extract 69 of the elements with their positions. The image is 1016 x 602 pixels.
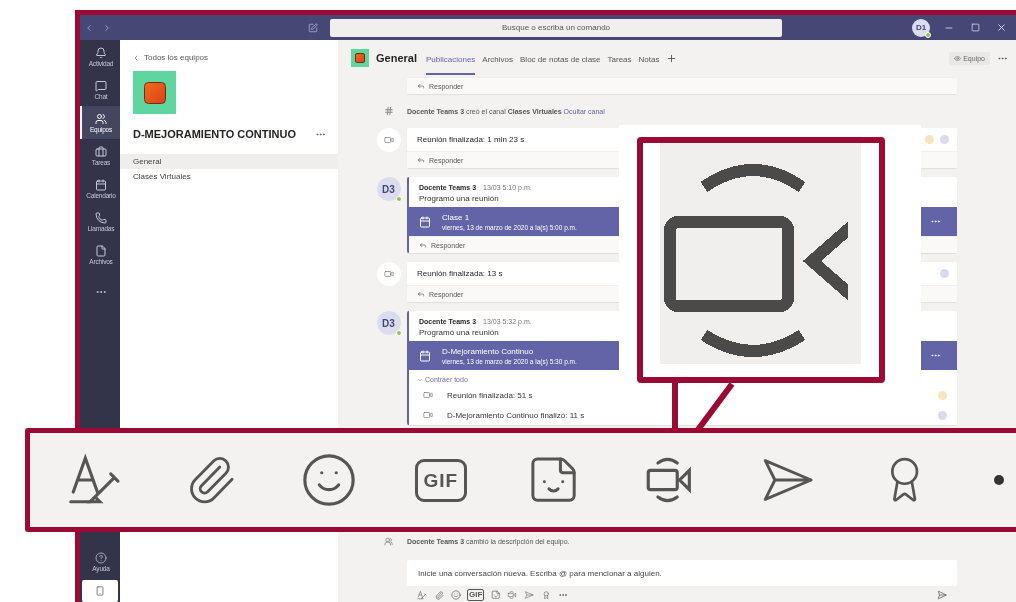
- format-button[interactable]: [415, 590, 429, 600]
- reply-arrow-icon: [419, 241, 427, 249]
- reply-arrow-icon: [417, 156, 425, 164]
- people-icon: [384, 536, 393, 546]
- calendar-icon: [419, 349, 431, 362]
- sticker-icon: [490, 590, 501, 600]
- add-tab-icon[interactable]: [666, 52, 678, 64]
- send-button[interactable]: [937, 590, 947, 600]
- video-camera-icon: [383, 135, 394, 145]
- dot-icon: [992, 474, 1005, 486]
- video-camera-icon: [423, 390, 433, 400]
- team-name: D-MEJORAMIENTO CONTINUO: [133, 128, 296, 140]
- tab[interactable]: Archivos: [482, 43, 514, 75]
- video-camera-icon: [423, 410, 433, 420]
- phone-device-icon: [95, 586, 105, 596]
- bag-icon: [95, 145, 107, 158]
- compose-icon: [308, 22, 318, 33]
- meeting-name: D-Mejoramiento Continuo: [442, 346, 535, 356]
- tab[interactable]: Tareas: [607, 43, 632, 75]
- post-text: Programó una reunión: [419, 194, 500, 203]
- reply-arrow-icon: [417, 290, 425, 298]
- bell-icon: [95, 46, 107, 59]
- user-avatar: D3: [376, 311, 401, 335]
- post-text: Programó una reunión: [419, 328, 500, 337]
- help-icon: [95, 551, 107, 564]
- text-format-icon: [417, 590, 427, 600]
- calendar-icon: [419, 215, 431, 228]
- caret-icon: [417, 376, 423, 383]
- meeting-name: Clase 1: [442, 212, 471, 222]
- channel-item[interactable]: General: [120, 154, 338, 169]
- paperclip-icon: [434, 590, 444, 600]
- channel-icon: [383, 106, 394, 116]
- search-field[interactable]: Busque o escriba un comando: [330, 18, 782, 37]
- channel-name: General: [376, 52, 417, 64]
- eye-icon: [954, 54, 962, 62]
- reply-arrow-icon: [417, 82, 425, 90]
- tab[interactable]: Bloc de notas de clase: [520, 43, 601, 75]
- close-icon: [995, 22, 1007, 33]
- mobile-button[interactable]: [82, 580, 118, 602]
- back-link[interactable]: Todos los equipos: [132, 53, 338, 62]
- meeting-title: Reunión finalizada: 13 s: [417, 269, 503, 278]
- tab[interactable]: Publicaciones: [425, 43, 476, 75]
- forward-icon: [102, 22, 112, 33]
- back-icon: [84, 22, 94, 33]
- team-logo: [133, 71, 176, 114]
- video-camera-icon: [383, 269, 394, 279]
- maximize-icon: [970, 23, 980, 32]
- file-icon: [95, 244, 107, 257]
- phone-icon: [95, 211, 107, 224]
- user-avatar[interactable]: D1: [912, 18, 930, 37]
- compose-field[interactable]: Inicie una conversación nueva. Escriba @ para mencionar a alguien.: [407, 560, 957, 586]
- smiley-icon: [451, 590, 461, 600]
- back-icon: [132, 53, 140, 62]
- thread-message: Reunión finalizada: 51 s: [447, 390, 533, 400]
- ribbon-badge-icon: [542, 590, 551, 600]
- meeting-title: Reunión finalizada: 1 min 23 s: [417, 135, 525, 144]
- thread-message: D-Mejoramiento Continuo finalizó: 11 s: [447, 410, 585, 420]
- gif-button[interactable]: GIF: [414, 458, 468, 502]
- paper-plane-icon: [524, 590, 535, 600]
- chat-icon: [95, 79, 107, 92]
- people-icon: [95, 112, 107, 125]
- calendar-icon: [95, 178, 107, 191]
- user-avatar: D3: [376, 177, 401, 201]
- tab[interactable]: Notas: [638, 43, 660, 75]
- channel-logo: [351, 49, 369, 67]
- send-icon: [937, 590, 947, 600]
- video-camera-icon: [507, 590, 518, 600]
- gif-button[interactable]: GIF: [467, 589, 485, 601]
- channel-item[interactable]: Clases Virtuales: [120, 169, 338, 184]
